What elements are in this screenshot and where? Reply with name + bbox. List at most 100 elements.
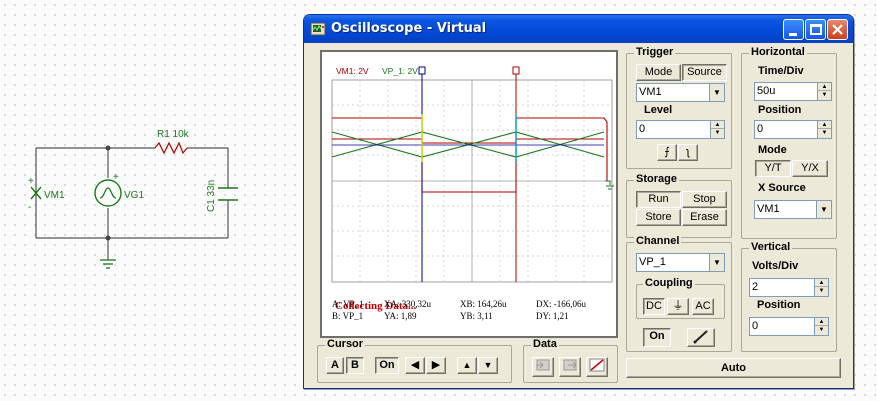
x-source-label: X Source: [758, 182, 806, 194]
coupling-ground-button[interactable]: ⏚: [667, 298, 689, 315]
close-button[interactable]: [827, 19, 848, 40]
channel-group: Channel VP_1 ▼ Coupling DC ⏚ AC On: [626, 235, 732, 352]
trigger-source-value: VM1: [639, 86, 662, 98]
time-div-value: 50u: [757, 85, 776, 97]
rising-edge-icon: ⨍: [664, 146, 670, 158]
trigger-group: Trigger Mode Source VM1 ▼ Level 0 ▲ ▼ ⨍ ʅ: [626, 46, 732, 169]
x-source-select[interactable]: VM1 ▼: [754, 200, 832, 219]
vertical-group-title: Vertical: [749, 241, 793, 254]
v-position-input[interactable]: 0 ▲ ▼: [749, 317, 829, 336]
trigger-mode-button[interactable]: Mode: [636, 64, 681, 81]
minimize-button[interactable]: [783, 19, 804, 40]
spinner-icon[interactable]: ▲ ▼: [817, 121, 831, 138]
data-export-button[interactable]: [559, 357, 581, 377]
circuit-schematic: R1 10k C1 33n VG1 VM1 + - +: [28, 129, 238, 269]
channel-probe-button[interactable]: [687, 328, 715, 347]
trigger-level-label: Level: [644, 104, 673, 116]
storage-run-button[interactable]: Run: [636, 191, 681, 208]
oscilloscope-app-icon: [310, 22, 326, 36]
probe-label: VM1: [44, 190, 65, 201]
probe-minus-sign: -: [28, 202, 31, 213]
triangle-right-icon: ▶: [431, 359, 441, 371]
trigger-group-title: Trigger: [634, 46, 676, 59]
cursor-up-button[interactable]: ▲: [457, 357, 477, 374]
cursor-on-button[interactable]: On: [375, 357, 399, 374]
h-position-label: Position: [758, 104, 802, 116]
ground-icon: ⏚: [672, 300, 684, 312]
auto-button[interactable]: Auto: [626, 358, 841, 378]
spinner-icon[interactable]: ▲ ▼: [814, 279, 828, 296]
cursor-down-button[interactable]: ▼: [478, 357, 498, 374]
scope-display: VM1: 2V VP_1: 2V: [331, 66, 614, 283]
readout-a: A: VP_1: [332, 299, 364, 309]
storage-group: Storage Run Stop Store Erase: [626, 173, 732, 238]
volts-div-label: Volts/Div: [752, 260, 799, 272]
window-title: Oscilloscope - Virtual: [331, 21, 487, 36]
trigger-falling-edge-button[interactable]: ʅ: [678, 144, 698, 161]
resistor-label: R1 10k: [157, 129, 190, 140]
cursor-b-button[interactable]: B: [346, 357, 364, 374]
chevron-down-icon[interactable]: ▼: [709, 84, 724, 101]
cursor-b-flag[interactable]: [512, 66, 520, 75]
h-position-value: 0: [757, 123, 764, 135]
trigger-source-button[interactable]: Source: [682, 64, 727, 81]
coupling-dc-button[interactable]: DC: [643, 298, 665, 315]
coupling-ac-button[interactable]: AC: [692, 298, 714, 315]
cursor-a-flag[interactable]: [418, 66, 426, 75]
coupling-title: Coupling: [643, 277, 695, 290]
chevron-down-icon[interactable]: ▼: [709, 254, 724, 271]
mode-yt-button[interactable]: Y/T: [755, 160, 791, 177]
falling-edge-icon: ʅ: [686, 146, 690, 158]
oscilloscope-window: Oscilloscope - Virtual VM1: 2V VP_1: 2V …: [303, 14, 854, 389]
spinner-icon[interactable]: ▲ ▼: [710, 121, 724, 138]
spinner-icon[interactable]: ▲ ▼: [817, 83, 831, 100]
legend-vp1: VP_1: 2V: [382, 66, 418, 76]
data-import-button[interactable]: [532, 357, 554, 377]
horizontal-group: Horizontal Time/Div 50u ▲ ▼ Position 0 ▲ ▼…: [741, 46, 837, 239]
title-bar[interactable]: Oscilloscope - Virtual: [304, 15, 853, 43]
source-label: VG1: [124, 190, 144, 201]
time-div-input[interactable]: 50u ▲ ▼: [754, 82, 832, 101]
readout-b: B: VP_1: [332, 311, 364, 321]
probe-icon: [693, 330, 708, 344]
mode-yx-button[interactable]: Y/X: [792, 160, 828, 177]
capacitor-symbol: [218, 187, 238, 201]
volts-div-input[interactable]: 2 ▲ ▼: [749, 278, 829, 297]
volts-div-value: 2: [752, 281, 759, 293]
source-plus-sign: +: [113, 172, 119, 183]
data-graph-button[interactable]: [586, 357, 608, 377]
data-group-title: Data: [531, 338, 559, 351]
resistor-symbol: [154, 141, 188, 155]
signal-source-symbol: [94, 179, 122, 207]
coupling-group: Coupling DC ⏚ AC: [636, 277, 725, 319]
v-position-value: 0: [752, 320, 759, 332]
cursor-group-title: Cursor: [325, 338, 366, 351]
import-icon: [536, 359, 550, 371]
double-down-icon: ▼: [483, 360, 493, 370]
h-position-input[interactable]: 0 ▲ ▼: [754, 120, 832, 139]
data-group: Data: [523, 338, 618, 383]
cursor-left-button[interactable]: ◀: [405, 357, 425, 374]
h-mode-label: Mode: [758, 144, 787, 156]
storage-erase-button[interactable]: Erase: [682, 209, 727, 226]
trigger-source-select[interactable]: VM1 ▼: [636, 83, 725, 102]
cursor-right-button[interactable]: ▶: [426, 357, 446, 374]
cursor-a-button[interactable]: A: [326, 357, 344, 374]
trigger-rising-edge-button[interactable]: ⨍: [657, 144, 677, 161]
ground-symbol: [100, 259, 116, 269]
export-icon: [563, 359, 577, 371]
channel-select[interactable]: VP_1 ▼: [636, 253, 725, 272]
channel-on-button[interactable]: On: [643, 328, 671, 347]
storage-stop-button[interactable]: Stop: [682, 191, 727, 208]
x-source-value: VM1: [757, 203, 780, 215]
channel-group-title: Channel: [634, 235, 682, 248]
trigger-level-input[interactable]: 0 ▲ ▼: [636, 120, 725, 139]
spinner-icon[interactable]: ▲ ▼: [814, 318, 828, 335]
chevron-down-icon[interactable]: ▼: [816, 201, 831, 218]
storage-store-button[interactable]: Store: [636, 209, 681, 226]
capacitor-label: C1 33n: [206, 180, 217, 212]
trigger-level-value: 0: [639, 123, 646, 135]
readout-xa: XA: 330,32u: [384, 299, 431, 309]
triangle-left-icon: ◀: [410, 359, 420, 371]
maximize-button[interactable]: [805, 19, 826, 40]
